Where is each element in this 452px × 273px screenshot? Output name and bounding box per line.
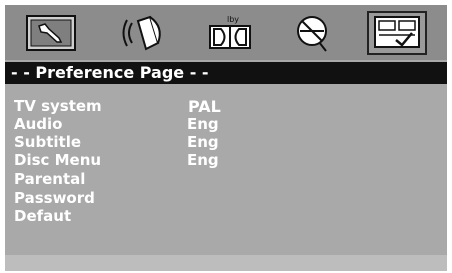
menu-item-label: Parental <box>14 170 86 188</box>
menu-item-value: Eng <box>187 133 219 151</box>
preference-icon <box>372 14 422 52</box>
menu-item-label: Audio <box>14 115 63 133</box>
menu-item-label: Password <box>14 189 95 207</box>
speaker-icon <box>120 13 172 53</box>
menu-item-label: TV system <box>14 97 102 115</box>
menu-item-value: Eng <box>187 115 219 133</box>
tab-video-setup[interactable] <box>286 11 342 55</box>
menu-item-label: Disc Menu <box>14 151 102 169</box>
dolby-caption: lby <box>227 15 239 24</box>
setup-screen: lby - - Preference Page - - TV system PA… <box>5 5 447 271</box>
menu-item-label: Defaut <box>14 207 72 225</box>
menu-item-value: PAL <box>188 97 221 116</box>
preference-menu: TV system PAL Audio Eng Subtitle Eng Dis… <box>5 85 447 253</box>
globe-icon <box>288 13 340 53</box>
help-bar <box>5 255 447 271</box>
tab-preference-setup[interactable] <box>367 11 427 55</box>
menu-item-label: Subtitle <box>14 133 82 151</box>
tab-audio-setup[interactable] <box>118 11 174 55</box>
page-title: - - Preference Page - - <box>5 62 447 84</box>
setup-icon-bar: lby <box>5 5 447 60</box>
tab-general-setup[interactable] <box>23 11 79 55</box>
menu-item-value: Eng <box>187 151 219 169</box>
wrench-icon <box>25 14 77 52</box>
dolby-icon: lby <box>207 13 253 53</box>
tab-dolby-setup[interactable]: lby <box>202 11 258 55</box>
